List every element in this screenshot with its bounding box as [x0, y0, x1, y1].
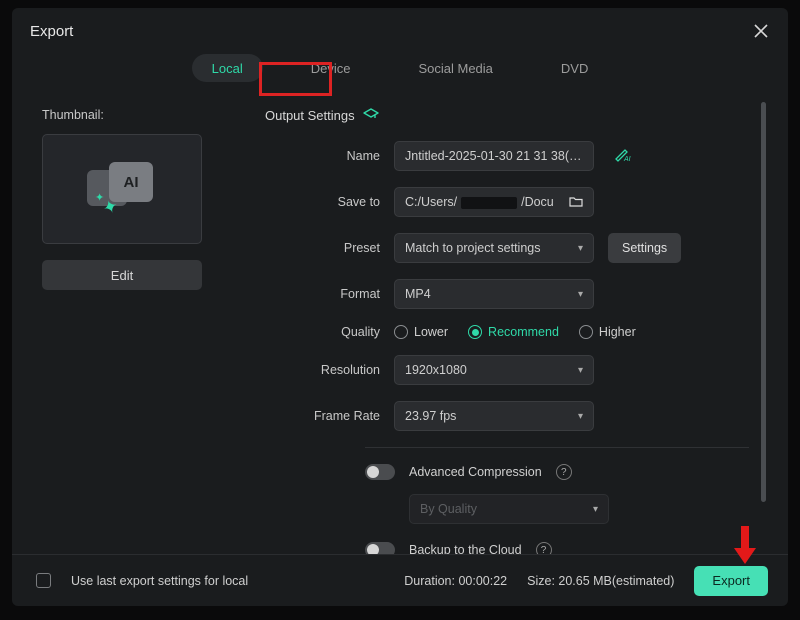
- edit-thumbnail-button[interactable]: Edit: [42, 260, 202, 290]
- saveto-field[interactable]: C:/Users//Docu: [394, 187, 594, 217]
- resolution-label: Resolution: [265, 363, 380, 377]
- close-button[interactable]: [752, 22, 770, 40]
- tab-dvd[interactable]: DVD: [541, 54, 608, 82]
- resolution-dropdown[interactable]: 1920x1080 ▾: [394, 355, 594, 385]
- saveto-path: C:/Users//Docu: [405, 195, 569, 209]
- backup-cloud-toggle[interactable]: [365, 542, 395, 554]
- thumbnail-placeholder-art: AI ✦ ✦: [87, 162, 157, 216]
- preset-label: Preset: [265, 241, 380, 255]
- divider: [365, 447, 749, 448]
- name-label: Name: [265, 149, 380, 163]
- scrollbar[interactable]: [761, 102, 766, 502]
- export-dialog: Export Local Device Social Media DVD Thu…: [12, 8, 788, 606]
- graduation-cap-icon[interactable]: [363, 108, 379, 123]
- thumbnail-preview[interactable]: AI ✦ ✦: [42, 134, 202, 244]
- output-settings-panel: Output Settings Name Jntitled-2025-01-30…: [265, 98, 749, 554]
- chevron-down-icon: ▾: [578, 243, 583, 254]
- help-icon[interactable]: ?: [556, 464, 572, 480]
- use-last-settings-label: Use last export settings for local: [71, 574, 248, 588]
- footer: Use last export settings for local Durat…: [12, 554, 788, 606]
- duration-text: Duration: 00:00:22: [404, 574, 507, 588]
- quality-higher-radio[interactable]: Higher: [579, 325, 636, 339]
- output-settings-heading: Output Settings: [265, 108, 355, 123]
- format-label: Format: [265, 287, 380, 301]
- thumbnail-label: Thumbnail:: [42, 108, 237, 122]
- advanced-compression-toggle[interactable]: [365, 464, 395, 480]
- tab-social-media[interactable]: Social Media: [398, 54, 512, 82]
- ai-rename-icon[interactable]: AI: [614, 148, 632, 165]
- quality-radio-group: Lower Recommend Higher: [394, 325, 636, 339]
- close-icon: [754, 24, 768, 38]
- quality-label: Quality: [265, 325, 380, 339]
- quality-recommend-radio[interactable]: Recommend: [468, 325, 559, 339]
- titlebar: Export: [12, 8, 788, 50]
- size-text: Size: 20.65 MB(estimated): [527, 574, 674, 588]
- chevron-down-icon: ▾: [578, 411, 583, 422]
- saveto-label: Save to: [265, 195, 380, 209]
- preset-settings-button[interactable]: Settings: [608, 233, 681, 263]
- compression-mode-dropdown: By Quality ▾: [409, 494, 609, 524]
- preset-dropdown[interactable]: Match to project settings ▾: [394, 233, 594, 263]
- chevron-down-icon: ▾: [593, 504, 598, 515]
- tab-local[interactable]: Local: [192, 54, 263, 82]
- quality-lower-radio[interactable]: Lower: [394, 325, 448, 339]
- advanced-compression-label: Advanced Compression: [409, 465, 542, 479]
- dialog-title: Export: [30, 23, 73, 40]
- chevron-down-icon: ▾: [578, 365, 583, 376]
- chevron-down-icon: ▾: [578, 289, 583, 300]
- framerate-label: Frame Rate: [265, 409, 380, 423]
- help-icon[interactable]: ?: [536, 542, 552, 554]
- backup-cloud-label: Backup to the Cloud: [409, 543, 522, 554]
- use-last-settings-checkbox[interactable]: [36, 573, 51, 588]
- thumbnail-panel: Thumbnail: AI ✦ ✦ Edit: [42, 98, 237, 554]
- tab-bar: Local Device Social Media DVD: [12, 50, 788, 98]
- folder-icon[interactable]: [569, 195, 583, 210]
- framerate-dropdown[interactable]: 23.97 fps ▾: [394, 401, 594, 431]
- export-button[interactable]: Export: [694, 566, 768, 596]
- red-highlight-box: [259, 62, 332, 96]
- svg-text:AI: AI: [623, 156, 631, 162]
- format-dropdown[interactable]: MP4 ▾: [394, 279, 594, 309]
- name-field[interactable]: Jntitled-2025-01-30 21 31 38(copy): [394, 141, 594, 171]
